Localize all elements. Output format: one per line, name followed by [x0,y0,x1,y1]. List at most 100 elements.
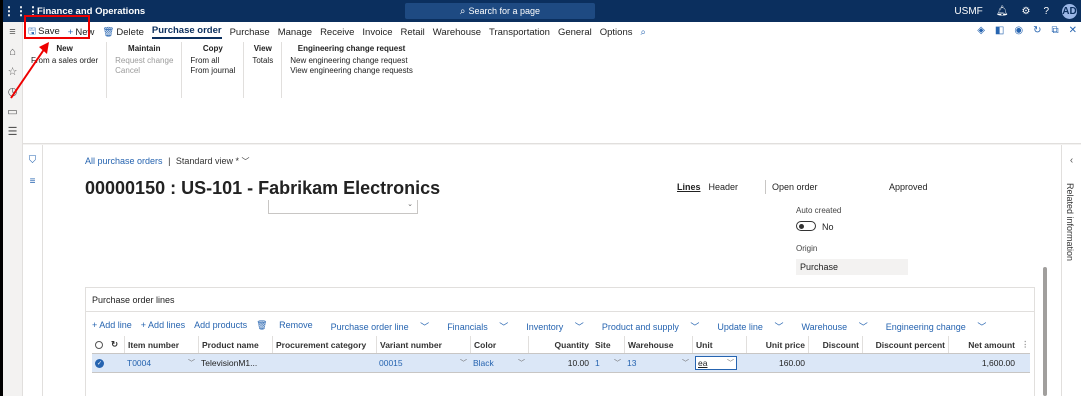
office-icon[interactable]: ◧ [995,25,1004,36]
chevron-down-icon: ﹀ [614,360,621,367]
col-quantity[interactable]: Quantity [528,336,592,353]
modules-icon[interactable]: ☰ [3,122,22,142]
tab-lines[interactable]: Lines [677,182,701,192]
cell-color[interactable]: Black ﹀ [470,354,528,372]
col-procurement-category[interactable]: Procurement category [272,336,376,353]
col-unit[interactable]: Unit [692,336,746,353]
copy-from-all-button[interactable]: From all [190,56,235,66]
tab-retail[interactable]: Retail [401,27,425,38]
cell-product-name[interactable]: TelevisionM1... [198,354,272,372]
tab-transportation[interactable]: Transportation [489,27,550,38]
tab-options[interactable]: Options [600,27,633,38]
view-selector[interactable]: Standard view * ﹀ [176,156,250,166]
notifications-icon[interactable]: 🔔︎ [996,6,1009,17]
add-line-button[interactable]: + Add line [92,320,132,333]
cell-procurement-category[interactable] [272,354,376,372]
help-icon[interactable]: ? [1043,6,1049,17]
settings-icon[interactable]: ⚙ [1021,6,1030,17]
search-box[interactable]: ⌕ Search for a page [405,3,595,19]
breadcrumb: All purchase orders | Standard view * ﹀ [85,156,249,167]
product-and-supply-menu[interactable]: Product and supply ﹀ [602,320,709,333]
cell-discount-percent[interactable] [862,354,948,372]
totals-button[interactable]: Totals [252,56,273,66]
col-color[interactable]: Color [470,336,528,353]
tab-receive[interactable]: Receive [320,27,354,38]
refresh-grid-icon[interactable]: ↻ [108,336,124,353]
new-ecr-button[interactable]: New engineering change request [290,56,413,66]
workspaces-icon[interactable]: ▭ [3,102,22,122]
related-information-pane[interactable]: ‹ Related information [1061,145,1081,396]
engineering-change-menu[interactable]: Engineering change ﹀ [886,320,996,333]
col-unit-price[interactable]: Unit price [746,336,808,353]
add-products-button[interactable]: Add products [194,320,247,333]
update-line-menu[interactable]: Update line ﹀ [717,320,792,333]
cell-quantity[interactable]: 10.00 [528,354,592,372]
page-title: 00000150 : US-101 - Fabrikam Electronics [85,178,441,198]
app-window: ⋮⋮⋮ Finance and Operations ⌕ Search for … [3,0,1081,396]
cell-warehouse[interactable]: 13 ﹀ [624,354,692,372]
purchase-order-line-menu[interactable]: Purchase order line ﹀ [331,320,439,333]
partial-dropdown[interactable]: ⌄ [268,200,418,214]
copy-from-journal-button[interactable]: From journal [190,66,235,76]
tab-general[interactable]: General [558,27,592,38]
add-lines-button[interactable]: + Add lines [141,320,185,333]
col-net-amount[interactable]: Net amount [948,336,1018,353]
filter-icon[interactable]: ⛉ [23,155,42,166]
tab-invoice[interactable]: Invoice [362,27,392,38]
financials-menu[interactable]: Financials ﹀ [447,320,517,333]
tab-purchase[interactable]: Purchase [230,27,270,38]
tab-purchase-order[interactable]: Purchase order [151,25,222,39]
cancel-button[interactable]: Cancel [115,66,173,76]
remove-button[interactable]: 🗑︎ Remove [256,320,321,333]
view-ecr-button[interactable]: View engineering change requests [290,66,413,76]
list-icon[interactable]: ≡ [23,176,42,187]
table-row[interactable]: ✓ T0004 ﹀ TelevisionM1... 00015 ﹀ Black ﹀ 1… [92,354,1030,373]
cell-variant-number[interactable]: 00015 ﹀ [376,354,470,372]
refresh-icon[interactable]: ↻ [1033,25,1041,36]
inventory-menu[interactable]: Inventory ﹀ [526,320,593,333]
col-discount-percent[interactable]: Discount percent [862,336,948,353]
cell-site[interactable]: 1 ﹀ [592,354,624,372]
avatar[interactable]: AD [1062,3,1077,19]
radio-icon [95,340,103,349]
divider [765,180,766,194]
company-picker[interactable]: USMF [954,6,982,17]
select-all-radio[interactable] [92,336,108,353]
chevron-down-icon: ﹀ [188,360,195,367]
attachments-icon[interactable]: ◉ [1014,25,1023,36]
chevron-down-icon: ﹀ [241,157,250,166]
col-product-name[interactable]: Product name [198,336,272,353]
cell-discount[interactable] [808,354,862,372]
power-apps-icon[interactable]: ◈ [977,25,985,36]
chevron-left-icon[interactable]: ‹ [1062,155,1081,166]
auto-created-toggle[interactable] [796,221,816,231]
column-options-icon[interactable]: ⋮ [1018,336,1030,353]
cell-net-amount[interactable]: 1,600.00 [948,354,1018,372]
related-information-label[interactable]: Related information [1065,183,1075,261]
request-change-button[interactable]: Request change [115,56,173,66]
vertical-scrollbar[interactable] [1043,267,1047,396]
top-bar: ⋮⋮⋮ Finance and Operations ⌕ Search for … [3,0,1081,22]
tab-header[interactable]: Header [709,182,739,192]
tab-manage[interactable]: Manage [278,27,312,38]
delete-button[interactable]: 🗑︎ Delete [102,27,144,38]
unit-input[interactable]: ea ﹀ [695,356,737,370]
col-discount[interactable]: Discount [808,336,862,353]
breadcrumb-link[interactable]: All purchase orders [85,156,163,166]
section-title[interactable]: Purchase order lines [92,295,175,305]
cell-item-number[interactable]: T0004 ﹀ [124,354,198,372]
row-selected-check[interactable]: ✓ [92,354,108,372]
cell-unit-price[interactable]: 160.00 [746,354,808,372]
origin-field[interactable]: Purchase [796,259,908,275]
col-variant-number[interactable]: Variant number [376,336,470,353]
cell-unit[interactable]: ea ﹀ [692,354,746,372]
tab-warehouse[interactable]: Warehouse [433,27,481,38]
col-warehouse[interactable]: Warehouse [624,336,692,353]
action-search-icon[interactable]: ⌕ [641,27,646,38]
close-icon[interactable]: ✕ [1069,25,1077,36]
col-item-number[interactable]: Item number [124,336,198,353]
warehouse-menu[interactable]: Warehouse ﹀ [801,320,876,333]
group-view: View Totals [244,42,283,98]
popout-icon[interactable]: ⧉ [1051,25,1058,36]
col-site[interactable]: Site [592,336,624,353]
